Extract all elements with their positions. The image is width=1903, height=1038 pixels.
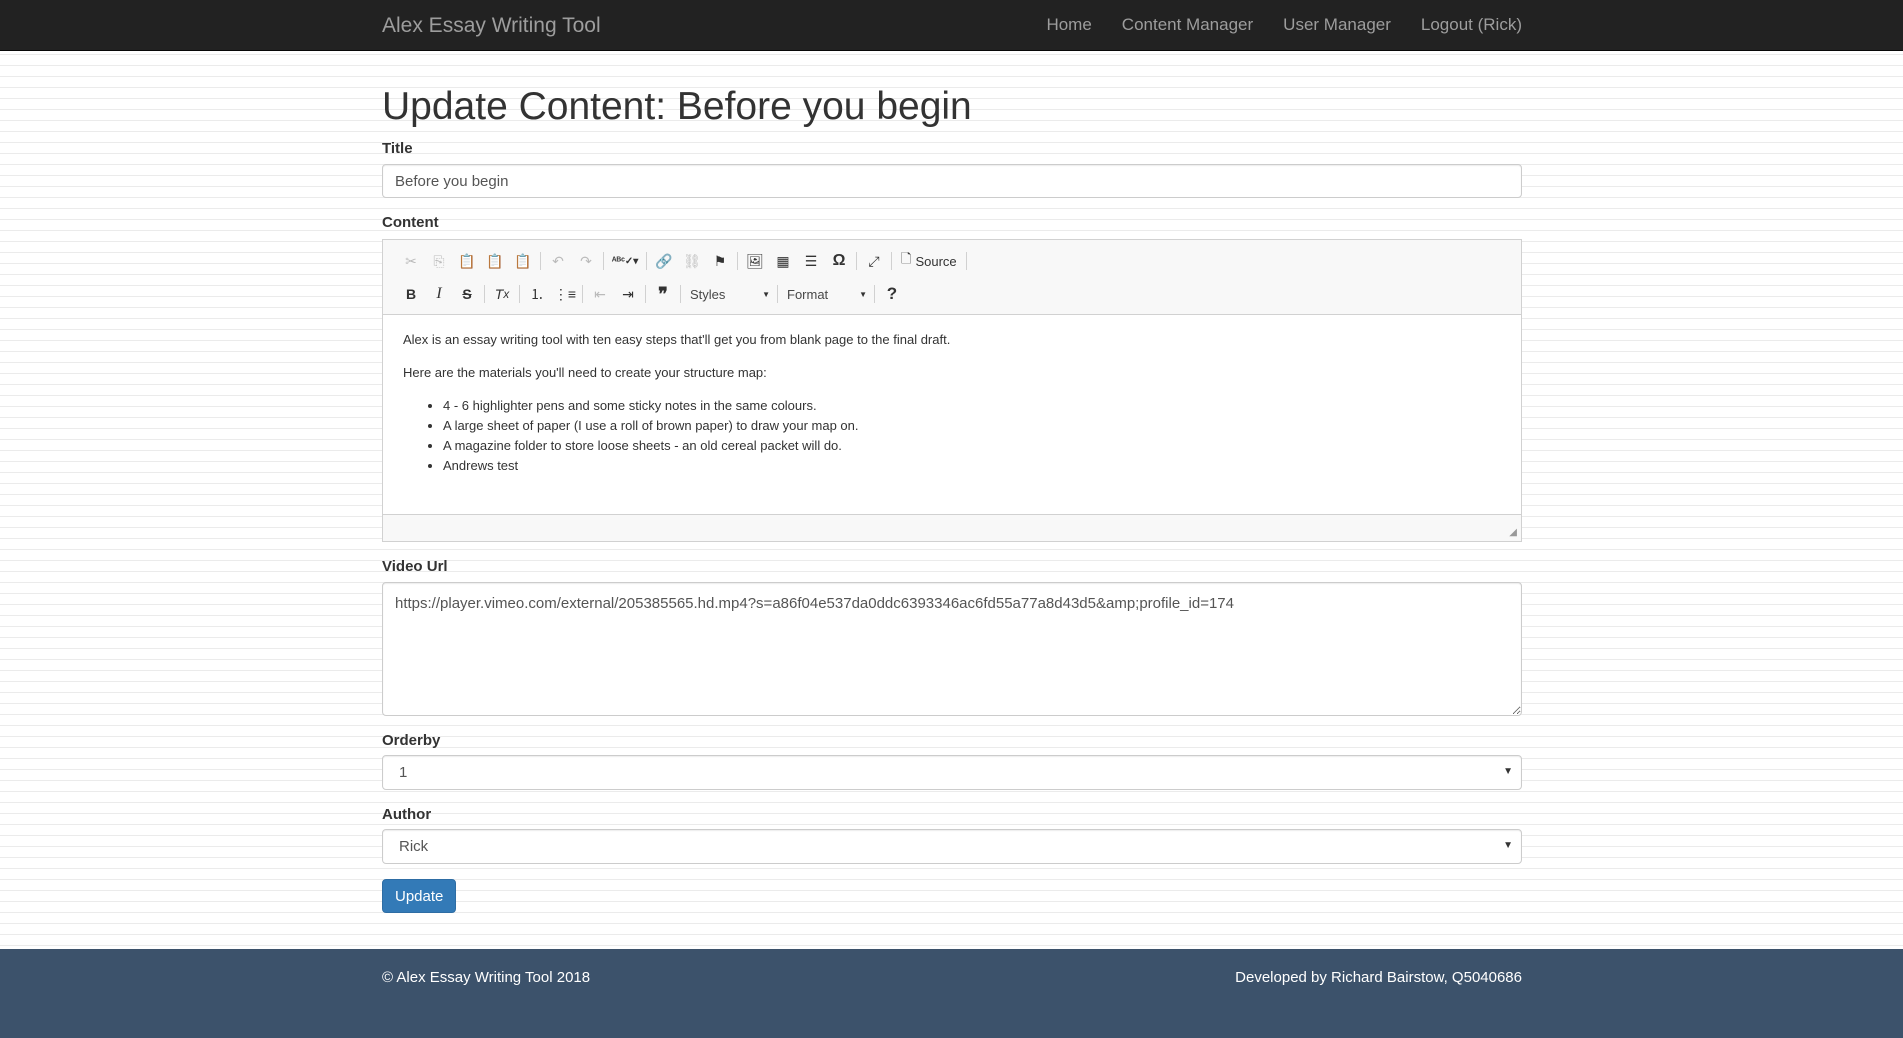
outdent-icon[interactable]: ⇤ xyxy=(586,282,614,306)
copy-icon[interactable]: ⎘ xyxy=(425,249,453,273)
orderby-selected-value: 1 xyxy=(399,764,408,781)
list-item: A large sheet of paper (I use a roll of … xyxy=(443,416,1501,436)
toolbar-separator xyxy=(777,285,778,303)
update-button[interactable]: Update xyxy=(382,879,457,913)
source-button[interactable]: 🗋 Source xyxy=(895,250,963,272)
editor-toolbar-row-2: B I S Tx ⒈ ⋮≡ ⇤ ⇥ ❞ Styles ▼ Format ▼ ? xyxy=(397,282,1511,306)
numbered-list-icon[interactable]: ⒈ xyxy=(523,282,551,306)
list-item: Andrews test xyxy=(443,456,1501,476)
orderby-select[interactable]: 1 ▼ xyxy=(382,755,1522,790)
toolbar-separator xyxy=(891,252,892,270)
spellcheck-icon[interactable]: ᴬᴮᶜ✓▾ xyxy=(607,249,643,273)
toolbar-separator xyxy=(680,285,681,303)
title-label: Title xyxy=(382,140,413,157)
undo-icon[interactable]: ↶ xyxy=(544,249,572,273)
content-editor: ✂ ⎘ 📋 📋 📋 ↶ ↷ ᴬᴮᶜ✓▾ 🔗 ⛓ ⚑ 🖼 ▦ ☰ Ω ⤢ 🗋 So… xyxy=(382,239,1522,542)
video-url-label: Video Url xyxy=(382,558,448,575)
resize-handle-icon[interactable]: ◢ xyxy=(1509,527,1517,538)
nav-links: Home Content Manager User Manager Logout… xyxy=(1016,0,1522,50)
list-item: A magazine folder to store loose sheets … xyxy=(443,436,1501,456)
author-label: Author xyxy=(382,806,432,823)
bold-icon[interactable]: B xyxy=(397,282,425,306)
editor-paragraph: Alex is an essay writing tool with ten e… xyxy=(403,332,951,347)
caret-down-icon: ▼ xyxy=(1503,766,1513,777)
title-input[interactable] xyxy=(382,164,1522,198)
editor-content-area[interactable]: Alex is an essay writing tool with ten e… xyxy=(383,315,1521,515)
cut-icon[interactable]: ✂ xyxy=(397,249,425,273)
content-label: Content xyxy=(382,214,439,231)
italic-icon[interactable]: I xyxy=(425,282,453,306)
image-icon[interactable]: 🖼 xyxy=(741,249,769,273)
styles-dropdown[interactable]: Styles ▼ xyxy=(684,283,774,305)
bulleted-list-icon[interactable]: ⋮≡ xyxy=(551,282,579,306)
link-icon[interactable]: 🔗 xyxy=(650,249,678,273)
format-dropdown[interactable]: Format ▼ xyxy=(781,283,871,305)
editor-status-bar: ◢ xyxy=(383,514,1521,541)
paste-text-icon[interactable]: 📋 xyxy=(481,249,509,273)
nav-logout-link[interactable]: Logout (Rick) xyxy=(1391,0,1522,50)
page-title: Update Content: Before you begin xyxy=(382,85,972,128)
chevron-down-icon: ▼ xyxy=(859,289,867,299)
special-char-icon[interactable]: Ω xyxy=(825,249,853,273)
editor-toolbar-row-1: ✂ ⎘ 📋 📋 📋 ↶ ↷ ᴬᴮᶜ✓▾ 🔗 ⛓ ⚑ 🖼 ▦ ☰ Ω ⤢ 🗋 So… xyxy=(397,249,1511,273)
nav-user-manager-link[interactable]: User Manager xyxy=(1253,0,1391,50)
unlink-icon[interactable]: ⛓ xyxy=(678,249,706,273)
horizontal-rule-icon[interactable]: ☰ xyxy=(797,249,825,273)
toolbar-separator xyxy=(856,252,857,270)
video-url-textarea[interactable]: https://player.vimeo.com/external/205385… xyxy=(382,582,1522,716)
anchor-flag-icon[interactable]: ⚑ xyxy=(706,249,734,273)
toolbar-separator xyxy=(484,285,485,303)
chevron-down-icon: ▼ xyxy=(762,289,770,299)
nav-home-link[interactable]: Home xyxy=(1016,0,1091,50)
navbar: Alex Essay Writing Tool Home Content Man… xyxy=(0,0,1903,51)
author-selected-value: Rick xyxy=(399,838,429,855)
editor-bullet-list: 4 - 6 highlighter pens and some sticky n… xyxy=(443,396,1501,476)
footer: © Alex Essay Writing Tool 2018 Developed… xyxy=(0,949,1903,1038)
paste-icon[interactable]: 📋 xyxy=(453,249,481,273)
toolbar-separator xyxy=(645,285,646,303)
nav-content-manager-link[interactable]: Content Manager xyxy=(1092,0,1253,50)
toolbar-separator xyxy=(540,252,541,270)
source-button-label: Source xyxy=(915,253,957,269)
toolbar-separator xyxy=(582,285,583,303)
table-icon[interactable]: ▦ xyxy=(769,249,797,273)
footer-credit: Developed by Richard Bairstow, Q5040686 xyxy=(1235,969,1522,986)
toolbar-separator xyxy=(874,285,875,303)
format-dropdown-label: Format xyxy=(787,286,829,302)
remove-format-icon[interactable]: Tx xyxy=(488,282,516,306)
editor-paragraph: Here are the materials you'll need to cr… xyxy=(403,364,767,380)
footer-copyright: © Alex Essay Writing Tool 2018 xyxy=(382,969,591,986)
maximize-icon[interactable]: ⤢ xyxy=(860,249,888,273)
brand-link[interactable]: Alex Essay Writing Tool xyxy=(382,14,601,38)
caret-down-icon: ▼ xyxy=(1503,840,1513,851)
paste-word-icon[interactable]: 📋 xyxy=(509,249,537,273)
indent-icon[interactable]: ⇥ xyxy=(614,282,642,306)
toolbar-separator xyxy=(737,252,738,270)
toolbar-separator xyxy=(646,252,647,270)
help-icon[interactable]: ? xyxy=(878,282,906,306)
orderby-label: Orderby xyxy=(382,732,441,749)
blockquote-icon[interactable]: ❞ xyxy=(649,282,677,306)
strikethrough-icon[interactable]: S xyxy=(453,282,481,306)
toolbar-separator xyxy=(603,252,604,270)
redo-icon[interactable]: ↷ xyxy=(572,249,600,273)
list-item: 4 - 6 highlighter pens and some sticky n… xyxy=(443,396,1501,416)
source-doc-icon: 🗋 xyxy=(901,251,912,266)
author-select[interactable]: Rick ▼ xyxy=(382,829,1522,864)
editor-toolbar: ✂ ⎘ 📋 📋 📋 ↶ ↷ ᴬᴮᶜ✓▾ 🔗 ⛓ ⚑ 🖼 ▦ ☰ Ω ⤢ 🗋 So… xyxy=(383,240,1521,315)
toolbar-separator xyxy=(965,252,967,270)
styles-dropdown-label: Styles xyxy=(690,286,726,302)
toolbar-separator xyxy=(519,285,520,303)
